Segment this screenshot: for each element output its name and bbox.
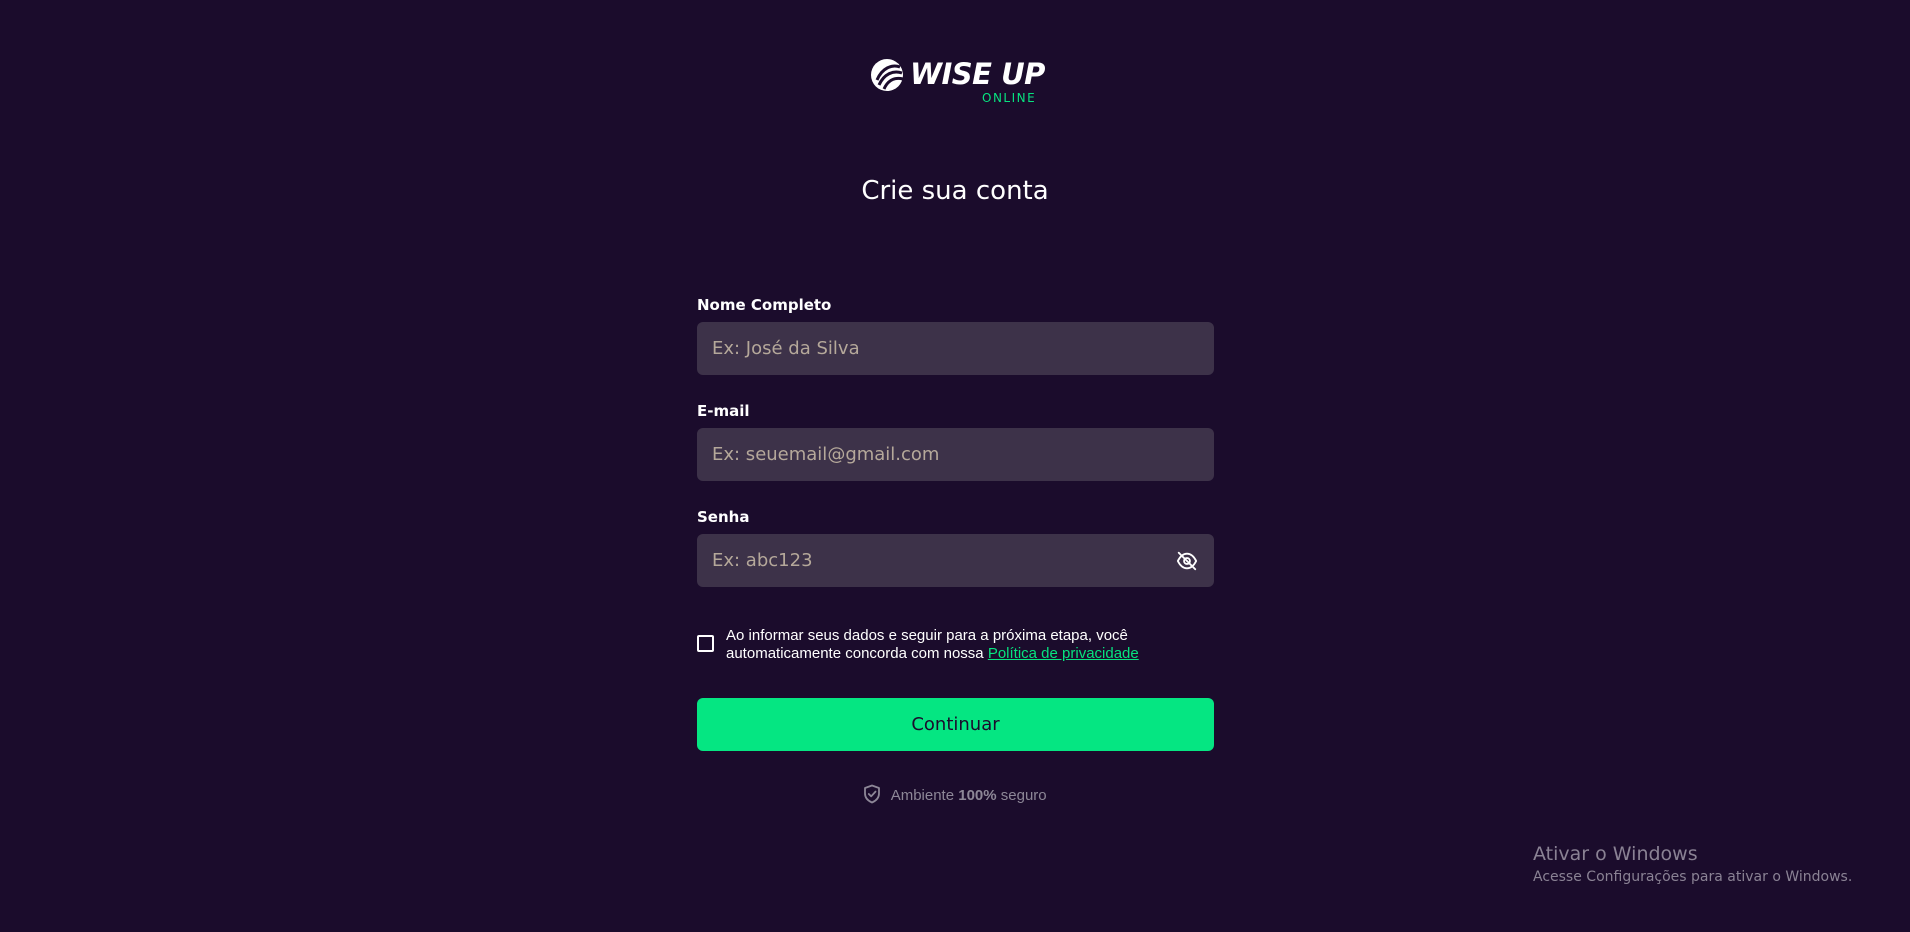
windows-activation-watermark: Ativar o Windows Acesse Configurações pa… — [1533, 842, 1852, 886]
windows-watermark-subtitle: Acesse Configurações para ativar o Windo… — [1533, 869, 1853, 885]
security-suffix: seguro — [1000, 787, 1047, 804]
signup-form: Nome Completo E-mail Senha — [697, 296, 1214, 614]
signup-page: WISE UP ONLINE Crie sua conta Nome Compl… — [0, 0, 1910, 932]
password-label: Senha — [697, 508, 750, 526]
email-field-container — [697, 428, 1214, 481]
shield-check-icon — [864, 784, 881, 804]
password-input[interactable] — [697, 534, 1214, 587]
privacy-policy-link[interactable]: Política de privacidade — [988, 645, 1139, 662]
logo-subtitle: ONLINE — [982, 91, 1037, 105]
security-prefix: Ambiente — [890, 787, 955, 804]
consent-row: Ao informar seus dados e seguir para a p… — [697, 627, 1214, 667]
name-field-container — [697, 322, 1214, 375]
consent-text: Ao informar seus dados e seguir para a p… — [726, 627, 1196, 663]
continue-button[interactable]: Continuar — [697, 698, 1214, 751]
eye-off-icon[interactable] — [1176, 550, 1198, 572]
logo-wordmark: WISE UP — [910, 57, 1045, 91]
email-label: E-mail — [697, 402, 750, 420]
security-highlight: 100% — [958, 787, 997, 804]
page-title: Crie sua conta — [861, 176, 1049, 206]
name-input[interactable] — [697, 322, 1214, 375]
windows-watermark-title: Ativar o Windows — [1533, 843, 1698, 865]
email-input[interactable] — [697, 428, 1214, 481]
security-notice: Ambiente 100% seguro — [0, 784, 1910, 806]
consent-checkbox[interactable] — [697, 635, 714, 652]
password-field-container — [697, 534, 1214, 587]
name-label: Nome Completo — [697, 296, 832, 314]
wise-up-logo[interactable]: WISE UP ONLINE — [870, 56, 1045, 106]
wise-up-logo-mark-icon — [871, 59, 904, 91]
